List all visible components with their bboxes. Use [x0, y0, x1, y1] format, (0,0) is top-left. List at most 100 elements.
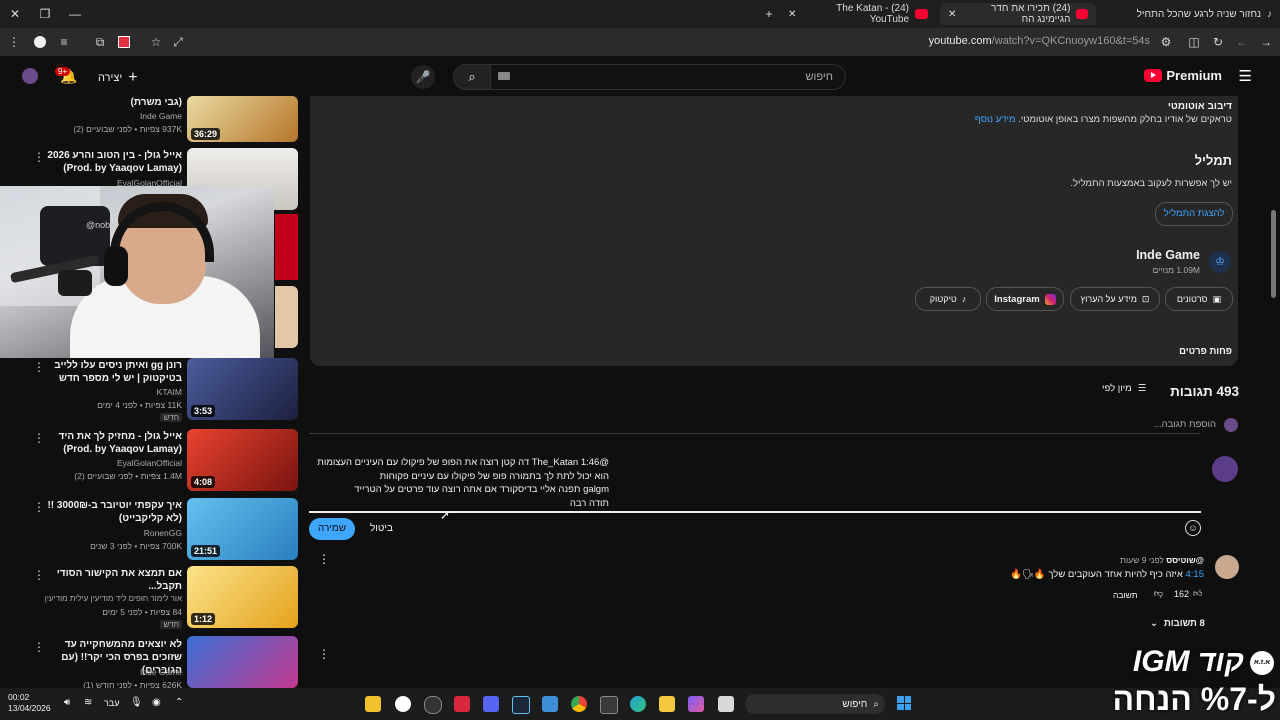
channel-info-button[interactable]: ⊡ מידע על הערוץ	[1070, 287, 1160, 311]
videos-link-button[interactable]: סרטונים ▣	[1165, 287, 1233, 311]
split-view-icon[interactable]: ◫	[1186, 34, 1202, 50]
channel-avatar[interactable]: ♔	[1209, 251, 1231, 273]
store-icon[interactable]	[600, 696, 618, 714]
video-title[interactable]: רונן gg ואיתן ניסים עלו ללייב בטיקטוק | …	[32, 359, 182, 385]
steam-icon[interactable]	[512, 696, 530, 714]
tab-tiktok[interactable]: ♪ נחזור שניה לרגע שהכל התחיל	[1100, 3, 1280, 25]
profile-icon[interactable]	[34, 36, 46, 48]
taskbar-app-icon[interactable]	[718, 696, 734, 712]
emoji-picker-icon[interactable]: ☺	[1185, 520, 1201, 536]
file-explorer-icon[interactable]	[659, 696, 675, 712]
search-button[interactable]: ⌕	[453, 64, 491, 90]
record-icon[interactable]	[118, 36, 130, 48]
extension-icon[interactable]: ⧉	[92, 34, 108, 50]
discord-icon[interactable]	[483, 696, 499, 712]
page-scrollbar[interactable]	[1271, 210, 1276, 298]
search-input[interactable]: חיפוש	[490, 64, 846, 90]
menu-dots-icon[interactable]: ⋮	[6, 34, 22, 50]
minimize-window-icon[interactable]: —	[64, 4, 86, 24]
chrome-icon[interactable]	[571, 696, 587, 712]
more-actions-icon[interactable]: ⋮	[33, 431, 45, 445]
taskbar-search[interactable]: חיפוש ⌕	[745, 694, 885, 714]
guide-menu-icon[interactable]: ☰	[1239, 67, 1252, 85]
taskbar-search-app-icon[interactable]	[395, 696, 411, 712]
list-item[interactable]: לא יוצאים מהמשחקייה עד שזוכים בפרס הכי י…	[0, 636, 300, 688]
taskbar-app-icon[interactable]	[365, 696, 381, 712]
cancel-comment-button[interactable]: ביטול	[370, 523, 393, 534]
dislike-icon[interactable]: 👎︎	[1154, 588, 1163, 599]
more-actions-icon[interactable]: ⋮	[33, 150, 45, 164]
list-item[interactable]: 1:12 אם תמצא את הקישור הסודי תקבל... אור…	[0, 566, 300, 632]
taskbar-app-icon[interactable]	[542, 696, 558, 712]
microphone-tray-icon[interactable]: 🎙︎	[130, 697, 143, 708]
video-title[interactable]: איך עקפתי יוטיובר ב-3000₪ !! (לא קליקביי…	[32, 499, 182, 525]
video-title[interactable]: (גבי משרת)	[32, 96, 182, 109]
youtube-premium-logo[interactable]: Premium	[1144, 68, 1222, 83]
instagram-link-button[interactable]: Instagram	[986, 287, 1064, 311]
video-channel[interactable]: Inde Game	[140, 111, 182, 121]
more-actions-icon[interactable]: ⋮	[318, 552, 330, 566]
comment-author[interactable]: @שוטיסס	[1166, 555, 1204, 565]
taskbar-app-icon[interactable]	[688, 696, 704, 712]
show-less-button[interactable]: פחות פרטים	[1179, 346, 1232, 357]
learn-more-link[interactable]: מידע נוסף	[975, 114, 1016, 125]
video-title[interactable]: אייל גולן - מחזיק לך את היד (Prod. by Ya…	[32, 430, 182, 456]
video-channel[interactable]: Inde Game	[140, 667, 182, 677]
more-actions-icon[interactable]: ⋮	[33, 500, 45, 514]
tiktok-link-button[interactable]: ♪ טיקטוק	[915, 287, 981, 311]
bookmark-star-icon[interactable]: ☆	[148, 34, 164, 50]
more-actions-icon[interactable]: ⋮	[33, 640, 45, 654]
video-channel[interactable]: אור לימור חופים ליד מודיעין עילית מודיעי…	[45, 594, 182, 603]
site-settings-icon[interactable]: ⚙	[1158, 34, 1174, 50]
comment-time[interactable]: לפני 9 שעות	[1120, 555, 1164, 565]
video-channel[interactable]: EyalGolanOfficial	[117, 458, 182, 468]
list-item[interactable]: 3:53 רונן gg ואיתן ניסים עלו ללייב בטיקט…	[0, 358, 300, 424]
like-button[interactable]: 162 👍︎	[1174, 588, 1202, 599]
keyboard-icon[interactable]	[498, 72, 510, 80]
language-indicator[interactable]: עבר	[104, 698, 119, 708]
comment-draft-input[interactable]: @The_Katan 1:46 דה קטן רוצה את הפופ של פ…	[309, 456, 609, 510]
more-actions-icon[interactable]: ⋮	[33, 360, 45, 374]
video-thumbnail-partial[interactable]	[275, 286, 298, 348]
windows-start-icon[interactable]	[897, 696, 911, 710]
video-title[interactable]: אייל גולן - בין הטוב והרע 2026 (Prod. by…	[32, 149, 182, 175]
forward-icon[interactable]: ←	[1234, 34, 1250, 50]
new-tab-button[interactable]: +	[758, 4, 780, 24]
save-comment-button[interactable]: שמירה	[309, 518, 355, 540]
restore-window-icon[interactable]: ❐	[34, 4, 56, 24]
close-tab-icon[interactable]: ✕	[788, 9, 796, 20]
video-channel[interactable]: KTAIM	[157, 387, 182, 397]
taskbar-obs-icon[interactable]	[424, 696, 442, 714]
close-tab-icon[interactable]: ✕	[948, 9, 956, 20]
video-thumbnail[interactable]	[187, 636, 298, 688]
more-actions-icon[interactable]: ⋮	[33, 568, 45, 582]
screenshot-icon[interactable]: ⤢	[170, 34, 186, 50]
url-field[interactable]: youtube.com/watch?v=QKCnuoyw160&t=54s	[929, 35, 1150, 47]
timestamp-link[interactable]: 4:15	[1186, 569, 1205, 580]
sort-by-button[interactable]: ☰ מיון לפי	[1102, 383, 1146, 394]
back-icon[interactable]: →	[1258, 34, 1274, 50]
wifi-icon[interactable]: ≋	[84, 697, 92, 708]
create-button[interactable]: יצירה +	[98, 69, 138, 87]
reload-icon[interactable]: ↻	[1210, 34, 1226, 50]
more-actions-icon[interactable]: ⋮	[318, 647, 330, 661]
video-channel[interactable]: RonenGG	[144, 528, 182, 538]
tray-overflow-icon[interactable]: ⌃	[175, 697, 183, 708]
add-comment-placeholder[interactable]: הוספת תגובה...	[1154, 419, 1216, 430]
playlist-icon[interactable]: ≡	[56, 34, 72, 50]
close-window-icon[interactable]: ✕	[4, 4, 26, 24]
voice-search-icon[interactable]: 🎤	[411, 65, 435, 89]
reply-button[interactable]: תשובה	[1113, 590, 1138, 600]
avatar[interactable]	[22, 68, 38, 84]
list-item[interactable]: 4:08 אייל גולן - מחזיק לך את היד (Prod. …	[0, 429, 300, 495]
volume-icon[interactable]: 🔊︎	[64, 697, 70, 708]
taskbar-app-icon[interactable]	[454, 696, 470, 712]
tab-the-katan[interactable]: (24) The Katan - YouTube ✕	[780, 3, 936, 25]
tab-active-video[interactable]: (24) תכירו את חדר הגיימינג הח ✕	[940, 3, 1096, 25]
edge-icon[interactable]	[630, 696, 646, 712]
video-title[interactable]: אם תמצא את הקישור הסודי תקבל...	[32, 567, 182, 593]
channel-name[interactable]: Inde Game	[1136, 248, 1200, 262]
edge-tray-icon[interactable]: ◉	[152, 697, 161, 708]
list-item[interactable]: 21:51 איך עקפתי יוטיובר ב-3000₪ !! (לא ק…	[0, 498, 300, 564]
video-thumbnail-partial[interactable]	[275, 214, 298, 280]
